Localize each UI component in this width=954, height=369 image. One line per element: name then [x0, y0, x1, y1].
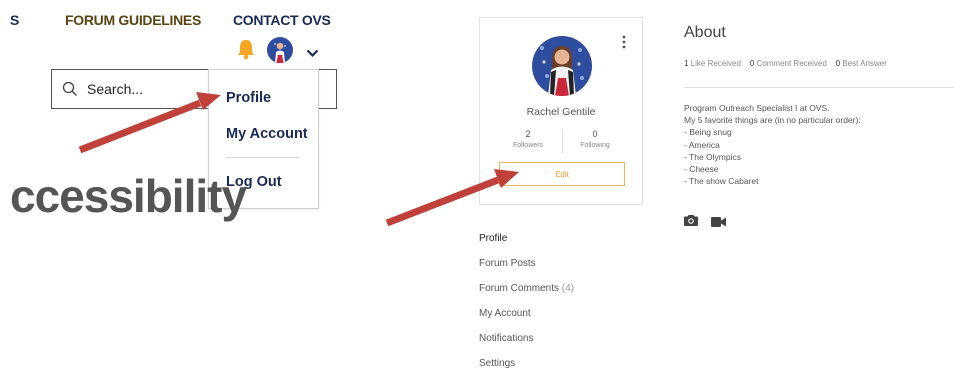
annotation-arrow [78, 92, 221, 154]
annotation-arrow [385, 169, 519, 227]
annotation-arrows [78, 92, 519, 227]
